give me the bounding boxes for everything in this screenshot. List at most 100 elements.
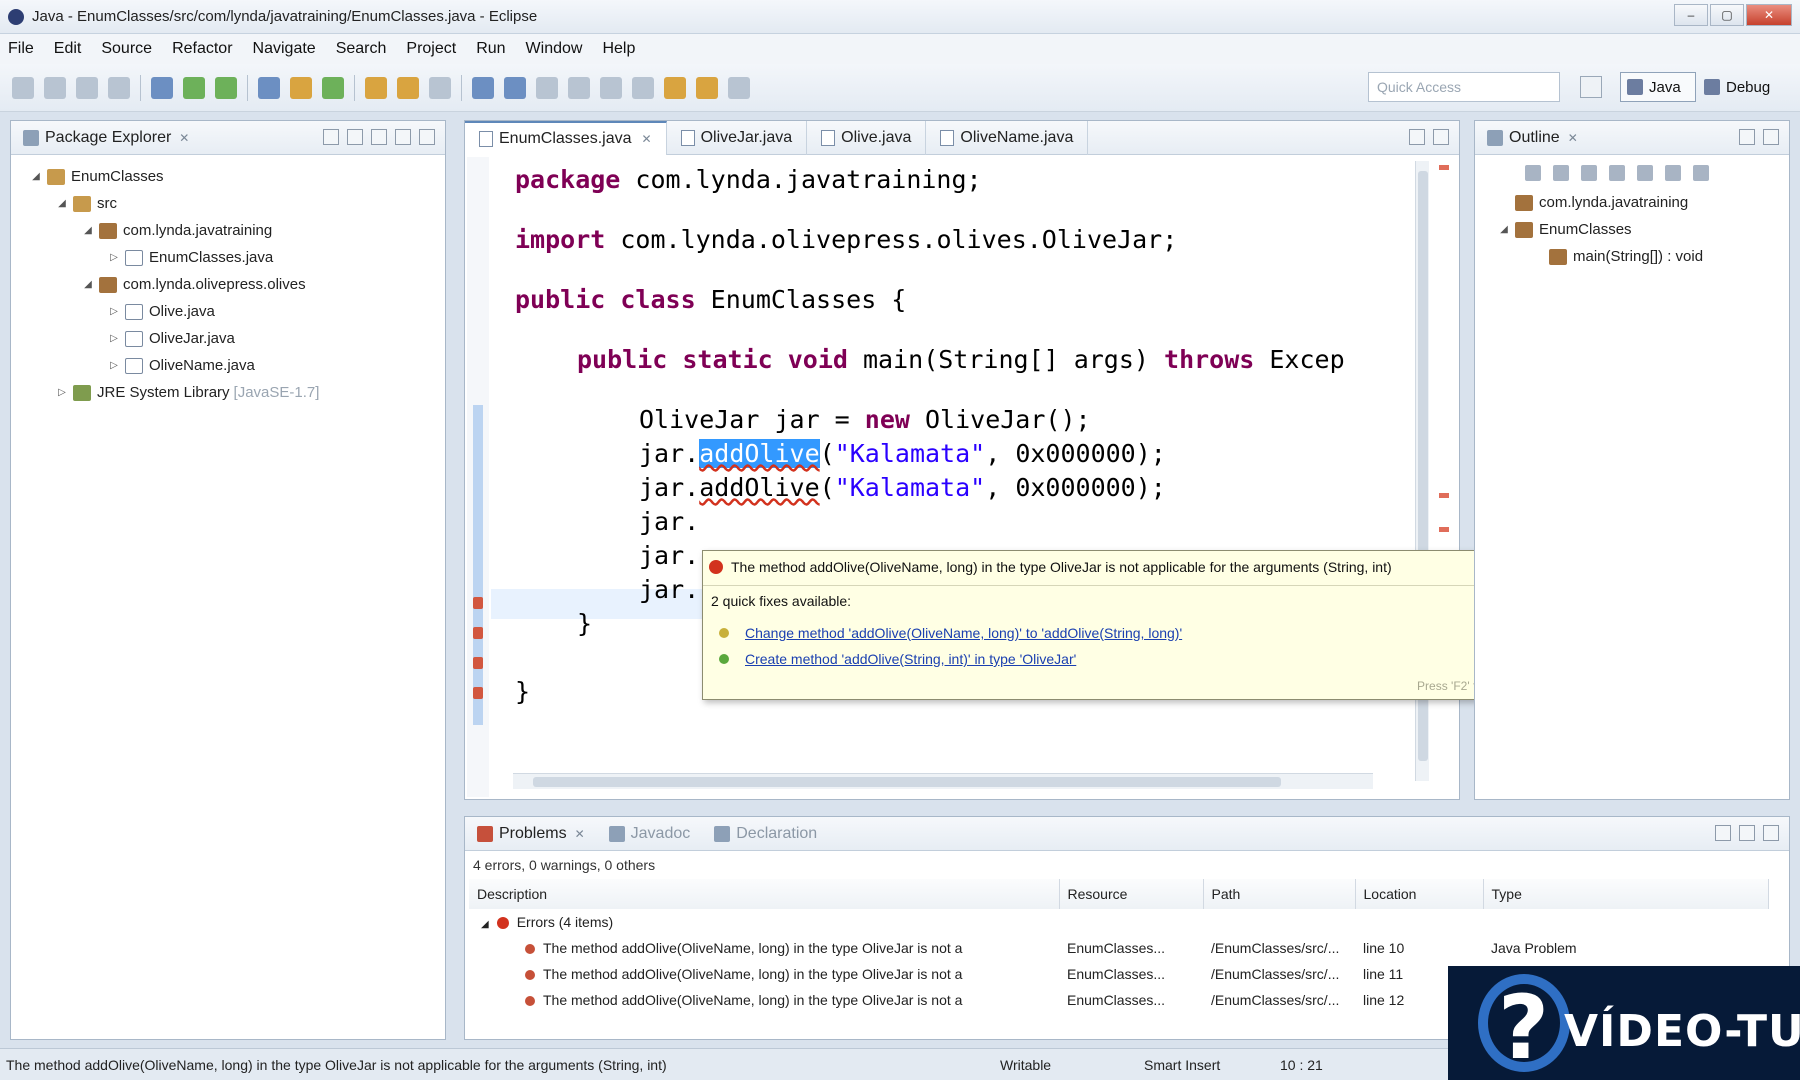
- close-icon[interactable]: ✕: [575, 827, 585, 841]
- maximize-view-icon[interactable]: [1763, 825, 1779, 841]
- column-path[interactable]: Path: [1203, 879, 1356, 909]
- menu-edit[interactable]: Edit: [54, 40, 82, 58]
- column-resource[interactable]: Resource: [1059, 879, 1204, 909]
- external-tools-icon[interactable]: [215, 76, 237, 99]
- tab-olivename-java[interactable]: OliveName.java: [926, 120, 1089, 155]
- next-annotation-icon[interactable]: [568, 76, 590, 99]
- tree-item[interactable]: ▷ JRE System Library [JavaSE-1.7]: [11, 379, 445, 406]
- error-overview-marker[interactable]: [1439, 493, 1449, 498]
- toggle-mark-occurrences-icon[interactable]: [472, 76, 494, 99]
- error-marker-icon[interactable]: [473, 687, 483, 699]
- expand-arrow-icon[interactable]: ▷: [107, 360, 121, 371]
- search-icon[interactable]: [429, 76, 451, 99]
- menu-source[interactable]: Source: [101, 40, 152, 58]
- save-all-icon[interactable]: [76, 76, 98, 99]
- tab-package-explorer[interactable]: Package Explorer ✕: [11, 121, 201, 155]
- collapse-all-icon[interactable]: [323, 129, 339, 145]
- run-icon[interactable]: [183, 76, 205, 99]
- menu-window[interactable]: Window: [526, 40, 583, 58]
- menu-navigate[interactable]: Navigate: [253, 40, 316, 58]
- menu-help[interactable]: Help: [602, 40, 635, 58]
- hide-local-types-icon[interactable]: [1637, 165, 1653, 181]
- outline-item[interactable]: main(String[]) : void: [1475, 243, 1789, 270]
- tree-item[interactable]: ▷ Olive.java: [11, 298, 445, 325]
- hide-nonpublic-icon[interactable]: [1609, 165, 1625, 181]
- open-type-icon[interactable]: [365, 76, 387, 99]
- menu-refactor[interactable]: Refactor: [172, 40, 232, 58]
- expand-arrow-icon[interactable]: ◢: [81, 279, 95, 290]
- tree-item[interactable]: ◢ src: [11, 190, 445, 217]
- close-icon[interactable]: ✕: [642, 132, 652, 146]
- new-package-icon[interactable]: [290, 76, 312, 99]
- focus-icon[interactable]: [1665, 165, 1681, 181]
- editor-horizontal-scrollbar[interactable]: [513, 773, 1373, 789]
- previous-annotation-icon[interactable]: [600, 76, 622, 99]
- minimize-view-icon[interactable]: [395, 129, 411, 145]
- expand-arrow-icon[interactable]: ▷: [55, 387, 69, 398]
- quick-fix-change-method[interactable]: Change method 'addOlive(OliveName, long)…: [719, 625, 1182, 641]
- view-menu-icon[interactable]: [1693, 165, 1709, 181]
- open-task-icon[interactable]: [397, 76, 419, 99]
- tab-enumclasses-java[interactable]: EnumClasses.java ✕: [465, 120, 667, 155]
- print-icon[interactable]: [108, 76, 130, 99]
- open-perspective-icon[interactable]: [1580, 76, 1602, 98]
- quick-fix-label[interactable]: Change method 'addOlive(OliveName, long)…: [745, 625, 1182, 641]
- expand-arrow-icon[interactable]: ▷: [107, 252, 121, 263]
- view-menu-icon[interactable]: [371, 129, 387, 145]
- expand-arrow-icon[interactable]: ▷: [107, 333, 121, 344]
- close-icon[interactable]: ✕: [179, 131, 189, 145]
- menu-search[interactable]: Search: [336, 40, 387, 58]
- save-icon[interactable]: [44, 76, 66, 99]
- minimize-view-icon[interactable]: [1739, 129, 1755, 145]
- expand-arrow-icon[interactable]: ◢: [29, 171, 43, 182]
- tree-item[interactable]: ◢ EnumClasses: [11, 163, 445, 190]
- error-marker-icon[interactable]: [473, 627, 483, 639]
- tree-item[interactable]: ▷ OliveName.java: [11, 352, 445, 379]
- minimize-view-icon[interactable]: [1739, 825, 1755, 841]
- debug-icon[interactable]: [151, 76, 173, 99]
- tree-item[interactable]: ◢ com.lynda.olivepress.olives: [11, 271, 445, 298]
- column-location[interactable]: Location: [1355, 879, 1484, 909]
- maximize-view-icon[interactable]: [419, 129, 435, 145]
- new-icon[interactable]: [12, 76, 34, 99]
- errors-group-row[interactable]: ◢ Errors (4 items): [469, 909, 1769, 935]
- link-with-editor-icon[interactable]: [347, 129, 363, 145]
- error-overview-marker[interactable]: [1439, 527, 1449, 532]
- new-class-icon[interactable]: [322, 76, 344, 99]
- forward-icon[interactable]: [696, 76, 718, 99]
- tree-item[interactable]: ▷ EnumClasses.java: [11, 244, 445, 271]
- tab-outline[interactable]: Outline ✕: [1475, 121, 1590, 155]
- menu-file[interactable]: File: [8, 40, 34, 58]
- expand-arrow-icon[interactable]: ◢: [55, 198, 69, 209]
- minimize-button[interactable]: –: [1674, 4, 1708, 26]
- tab-olivejar-java[interactable]: OliveJar.java: [667, 120, 808, 155]
- error-overview-marker[interactable]: [1439, 165, 1449, 170]
- pin-editor-icon[interactable]: [728, 76, 750, 99]
- tree-item[interactable]: ▷ OliveJar.java: [11, 325, 445, 352]
- close-icon[interactable]: ✕: [1568, 131, 1578, 145]
- expand-arrow-icon[interactable]: ◢: [1497, 224, 1511, 235]
- minimize-view-icon[interactable]: [1409, 129, 1425, 145]
- expand-arrow-icon[interactable]: ◢: [81, 225, 95, 236]
- show-whitespace-icon[interactable]: [536, 76, 558, 99]
- tab-declaration[interactable]: Declaration: [702, 817, 829, 851]
- hide-static-icon[interactable]: [1581, 165, 1597, 181]
- maximize-view-icon[interactable]: [1433, 129, 1449, 145]
- new-java-project-icon[interactable]: [258, 76, 280, 99]
- maximize-view-icon[interactable]: [1763, 129, 1779, 145]
- tab-javadoc[interactable]: Javadoc: [597, 817, 703, 851]
- menu-run[interactable]: Run: [476, 40, 505, 58]
- outline-item[interactable]: ◢ EnumClasses: [1475, 216, 1789, 243]
- column-type[interactable]: Type: [1483, 879, 1769, 909]
- error-marker-icon[interactable]: [473, 597, 483, 609]
- tab-olive-java[interactable]: Olive.java: [807, 120, 927, 155]
- maximize-button[interactable]: ▢: [1710, 4, 1744, 26]
- toggle-block-selection-icon[interactable]: [504, 76, 526, 99]
- debug-perspective-button[interactable]: Debug: [1704, 72, 1770, 102]
- hide-fields-icon[interactable]: [1553, 165, 1569, 181]
- menu-project[interactable]: Project: [406, 40, 456, 58]
- sort-icon[interactable]: [1525, 165, 1541, 181]
- tab-problems[interactable]: Problems ✕: [465, 817, 597, 851]
- outline-item[interactable]: com.lynda.javatraining: [1475, 189, 1789, 216]
- column-description[interactable]: Description: [469, 879, 1060, 909]
